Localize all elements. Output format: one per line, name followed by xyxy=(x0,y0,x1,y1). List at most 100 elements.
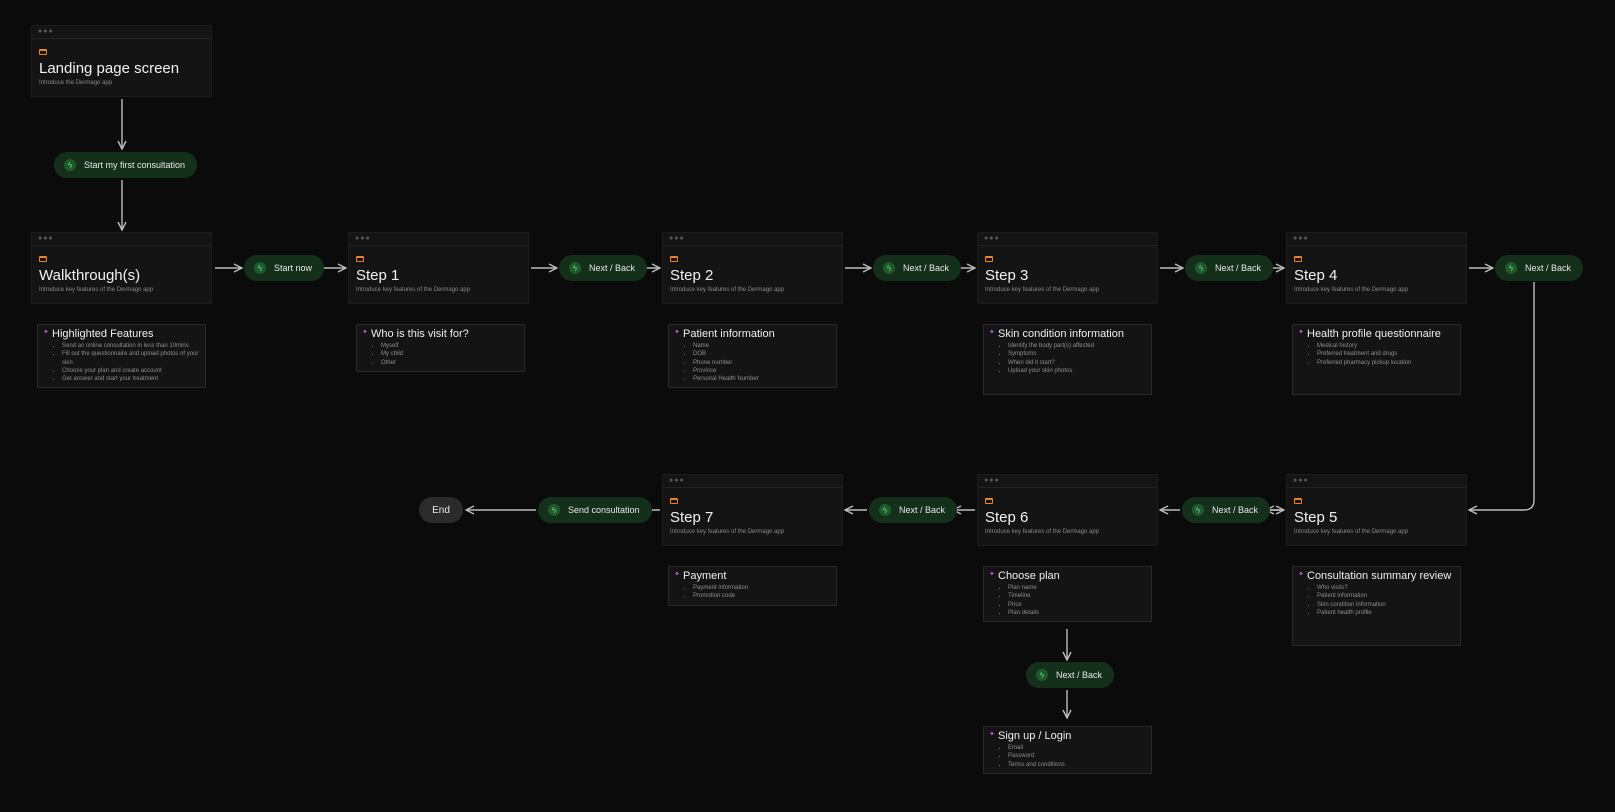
screen-step1[interactable]: ●●● Step 1 Introduce key features of the… xyxy=(348,232,529,304)
browser-window-icon xyxy=(985,498,993,504)
screen-step5[interactable]: ●●● Step 5 Introduce key features of the… xyxy=(1286,474,1467,546)
list-item: Promotion code xyxy=(693,592,830,600)
start-consultation-button[interactable]: ϟ Start my first consultation xyxy=(54,152,198,178)
note-highlighted-features: ✦ Highlighted Features Send an online co… xyxy=(37,324,206,389)
screen-walkthrough[interactable]: ●●● Walkthrough(s) Introduce key feature… xyxy=(31,232,212,304)
pill-label: Start my first consultation xyxy=(84,160,186,170)
send-consultation-button[interactable]: ϟ Send consultation xyxy=(538,497,652,523)
screen-title: Step 5 xyxy=(1294,509,1338,526)
list-item: Preferred pharmacy pickup location xyxy=(1317,359,1454,367)
screen-title: Step 4 xyxy=(1294,267,1338,284)
browser-window-icon xyxy=(670,256,678,262)
list-item: Symptoms xyxy=(1008,350,1145,358)
screen-step6[interactable]: ●●● Step 6 Introduce key features of the… xyxy=(977,474,1158,546)
pill-label: Next / Back xyxy=(589,263,636,273)
lightning-icon: ϟ xyxy=(1036,669,1048,681)
list-item: Plan name xyxy=(1008,584,1145,592)
list-item: Password xyxy=(1008,752,1145,760)
screen-title: Step 6 xyxy=(985,509,1029,526)
screen-subtitle: Introduce key features of the Dermago ap… xyxy=(1294,529,1409,535)
list-item: Skin condition information xyxy=(1317,601,1454,609)
screen-step3[interactable]: ●●● Step 3 Introduce key features of the… xyxy=(977,232,1158,304)
note-payment: ✦ Payment Payment information Promotion … xyxy=(668,566,837,606)
screen-landing[interactable]: ●●● Landing page screen Introduce the De… xyxy=(31,25,212,97)
next-back-button[interactable]: ϟ Next / Back xyxy=(559,255,648,281)
window-dots-icon: ●●● xyxy=(984,477,1000,484)
window-bar: ●●● xyxy=(978,475,1157,488)
flow-connectors xyxy=(0,99,1535,812)
sparkle-icon: ✦ xyxy=(989,571,995,578)
screen-title: Step 1 xyxy=(356,267,400,284)
next-back-button[interactable]: ϟ Next / Back xyxy=(1026,662,1115,688)
end-node[interactable]: End xyxy=(419,497,463,523)
window-bar: ●●● xyxy=(349,233,528,246)
browser-window-icon xyxy=(985,256,993,262)
screen-subtitle: Introduce key features of the Dermago ap… xyxy=(985,287,1100,293)
screen-step7[interactable]: ●●● Step 7 Introduce key features of the… xyxy=(662,474,843,546)
next-back-button[interactable]: ϟ Next / Back xyxy=(1185,255,1274,281)
next-back-button[interactable]: ϟ Next / Back xyxy=(1182,497,1271,523)
pill-label: Next / Back xyxy=(1215,263,1262,273)
lightning-icon: ϟ xyxy=(1192,504,1204,516)
sparkle-icon: ✦ xyxy=(674,571,680,578)
list-item: Send an online consultation in less than… xyxy=(62,342,199,350)
browser-window-icon xyxy=(356,256,364,262)
lightning-icon: ϟ xyxy=(569,262,581,274)
browser-window-icon xyxy=(670,498,678,504)
note-title: Payment xyxy=(683,570,727,582)
note-list: Name DOB Phone number Province Personal … xyxy=(683,342,830,383)
browser-window-icon xyxy=(1294,256,1302,262)
lightning-icon: ϟ xyxy=(1505,262,1517,274)
note-signup-login: ✦ Sign up / Login Email Password Terms a… xyxy=(983,726,1152,774)
window-dots-icon: ●●● xyxy=(1293,477,1309,484)
window-dots-icon: ●●● xyxy=(355,235,371,242)
screen-step2[interactable]: ●●● Step 2 Introduce key features of the… xyxy=(662,232,843,304)
list-item: Name xyxy=(693,342,830,350)
note-health-profile: ✦ Health profile questionnaire Medical h… xyxy=(1292,324,1461,395)
list-item: Other xyxy=(381,359,518,367)
window-dots-icon: ●●● xyxy=(669,477,685,484)
list-item: Price xyxy=(1008,601,1145,609)
window-bar: ●●● xyxy=(1287,475,1466,488)
window-bar: ●●● xyxy=(32,26,211,39)
window-dots-icon: ●●● xyxy=(38,28,54,35)
window-dots-icon: ●●● xyxy=(984,235,1000,242)
next-back-button[interactable]: ϟ Next / Back xyxy=(873,255,962,281)
note-list: Payment information Promotion code xyxy=(683,584,830,601)
list-item: Choose your plan and create account xyxy=(62,367,199,375)
list-item: Phone number xyxy=(693,359,830,367)
note-list: Email Password Terms and conditions xyxy=(998,744,1145,769)
pill-label: Next / Back xyxy=(903,263,950,273)
note-title: Highlighted Features xyxy=(52,328,154,340)
pill-label: Next / Back xyxy=(899,505,946,515)
lightning-icon: ϟ xyxy=(254,262,266,274)
pill-label: Next / Back xyxy=(1525,263,1572,273)
list-item: Identify the body part(s) affected xyxy=(1008,342,1145,350)
list-item: Patient information xyxy=(1317,592,1454,600)
list-item: Upload your skin photos xyxy=(1008,367,1145,375)
note-title: Patient information xyxy=(683,328,775,340)
screen-subtitle: Introduce key features of the Dermago ap… xyxy=(985,529,1100,535)
screen-subtitle: Introduce the Dermago app xyxy=(39,80,113,86)
window-dots-icon: ●●● xyxy=(669,235,685,242)
note-title: Who is this visit for? xyxy=(371,328,469,340)
next-back-button[interactable]: ϟ Next / Back xyxy=(869,497,958,523)
list-item: Personal Health Number xyxy=(693,375,830,383)
sparkle-icon: ✦ xyxy=(43,329,49,336)
next-back-button[interactable]: ϟ Next / Back xyxy=(1495,255,1584,281)
start-now-button[interactable]: ϟ Start now xyxy=(244,255,325,281)
list-item: Who visits? xyxy=(1317,584,1454,592)
note-title: Choose plan xyxy=(998,570,1060,582)
list-item: Patient health profile xyxy=(1317,609,1454,617)
sparkle-icon: ✦ xyxy=(1298,571,1304,578)
lightning-icon: ϟ xyxy=(883,262,895,274)
window-bar: ●●● xyxy=(978,233,1157,246)
note-title: Sign up / Login xyxy=(998,730,1072,742)
note-title: Skin condition information xyxy=(998,328,1124,340)
list-item: Plan details xyxy=(1008,609,1145,617)
screen-title: Step 2 xyxy=(670,267,714,284)
pill-label: End xyxy=(432,504,450,516)
pill-label: Send consultation xyxy=(568,505,640,515)
screen-step4[interactable]: ●●● Step 4 Introduce key features of the… xyxy=(1286,232,1467,304)
note-list: Plan name Timeline Price Plan details xyxy=(998,584,1145,617)
